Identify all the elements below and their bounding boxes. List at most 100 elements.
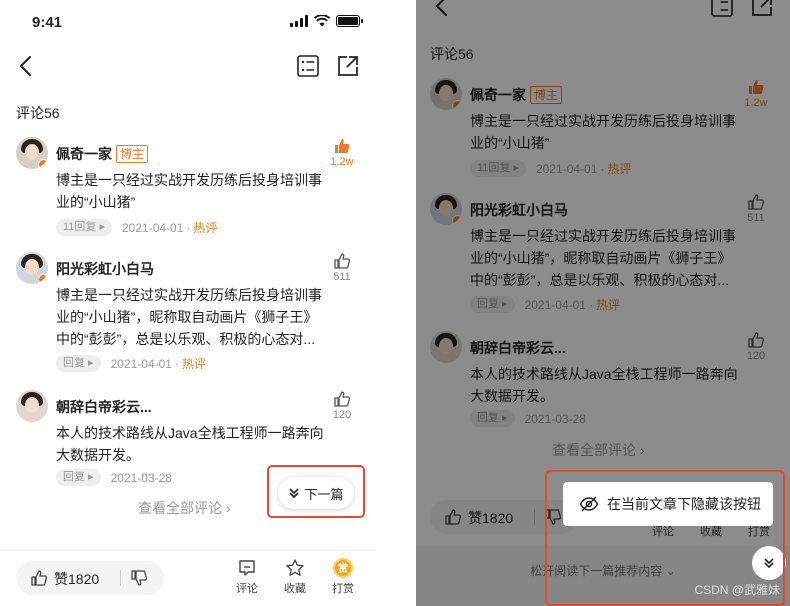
blogger-tag: 博主 [530,86,563,104]
comment-item: 佩奇一家 博主 博主是一只经过实战开发历练后投身培训事业的“小山猪” 11回复 ▸… [430,78,776,178]
comment-item: 朝辞白帝彩云... 本人的技术路线从Java全栈工程师一路奔向大数据开发。 回复… [430,331,776,431]
comment-like-button[interactable]: 511 [736,193,776,224]
blogger-tag: 博主 [116,145,149,163]
nav-bar [0,44,376,88]
battery-icon [336,15,363,27]
reply-count-button[interactable]: 11回复 ▸ [470,160,526,177]
thumbs-up-icon [334,391,351,407]
status-time: 9:41 [32,14,63,31]
list-icon[interactable] [710,0,734,18]
avatar[interactable] [16,252,48,284]
thumbs-up-icon[interactable] [444,508,462,526]
hot-comment-label: 热评 [193,221,218,235]
divider [534,509,535,525]
avatar[interactable] [430,193,462,225]
comment-text: 本人的技术路线从Java全栈工程师一路奔向大数据开发。 [56,425,324,463]
thumbs-up-icon[interactable] [30,569,48,587]
reward-button[interactable]: 赏 打赏 [327,558,359,596]
like-count: 511 [747,212,765,224]
comment-date: 2021-04-01 [122,220,184,235]
comment-button-label: 评论 [236,583,258,595]
comment-like-button[interactable]: 511 [322,252,362,283]
avatar[interactable] [16,390,48,422]
avatar[interactable] [430,78,462,110]
comment-date: 2021-04-01 [536,161,598,176]
comment-text: 博主是一只经过实战开发历练后投身培训事业的“小山猪”，昵称取自动画片《狮子王》中… [470,228,736,288]
like-count: 1.2w [330,156,354,168]
comment-button[interactable]: 评论 [231,558,263,596]
reply-count-button[interactable]: 11回复 ▸ [56,219,112,236]
comment-text: 博主是一只经过实战开发历练后投身培训事业的“小山猪” [470,113,736,151]
comment-author-row: 佩奇一家 博主 [56,144,149,164]
thumbs-up-icon [748,332,765,348]
view-all-comments-link[interactable]: 查看全部评论 › [138,498,231,518]
comments-title: 评论56 [16,105,60,121]
article-like-count[interactable]: 赞1820 [468,508,513,528]
comment-author[interactable]: 佩奇一家 [470,87,526,103]
star-icon [286,559,304,576]
comment-item: 阳光彩虹小白马 博主是一只经过实战开发历练后投身培训事业的“小山猪”，昵称取自动… [430,193,776,313]
reply-count-button[interactable]: 回复 ▸ [470,410,515,427]
comment-like-button[interactable]: 120 [322,390,362,421]
reward-button-label: 打赏 [332,583,354,595]
like-count: 1.2w [744,97,768,109]
thumbs-down-icon[interactable] [130,569,148,587]
reply-count-button[interactable]: 回复 ▸ [470,296,515,313]
comment-date: 2021-03-28 [110,470,172,485]
like-count: 120 [332,409,352,421]
favorite-button[interactable]: 收藏 [279,558,311,596]
comment-author[interactable]: 佩奇一家 [56,146,112,162]
comment-meta: 回复 ▸ 2021-03-28 [470,410,586,427]
reply-count-button[interactable]: 回复 ▸ [56,469,101,486]
comment-meta: 11回复 ▸ 2021-04-01 · 热评 [56,219,217,236]
like-count: 511 [333,271,351,283]
comment-author[interactable]: 阳光彩虹小白马 [56,259,154,279]
wifi-icon [314,15,330,27]
comment-meta: 回复 ▸ 2021-04-01 · 热评 [470,296,620,313]
system-icons [290,15,363,27]
comment-item: 佩奇一家 博主 博主是一只经过实战开发历练后投身培训事业的“小山猪” 11回复 ▸… [16,137,362,237]
comment-author[interactable]: 朝辞白帝彩云... [56,397,152,417]
thumbs-up-filled-icon [749,80,764,94]
comment-like-button[interactable]: 120 [736,331,776,362]
comment-icon [239,560,255,576]
hot-comment-label: 热评 [181,357,206,371]
avatar[interactable] [430,331,462,363]
like-count: 120 [746,350,766,362]
reward-coin-icon: 赏 [333,558,353,578]
view-all-comments-link[interactable]: 查看全部评论 › [552,440,645,460]
hot-comment-label: 热评 [607,162,632,176]
comment-text: 博主是一只经过实战开发历练后投身培训事业的“小山猪”，昵称取自动画片《狮子王》中… [56,287,322,347]
comment-author-row: 佩奇一家 博主 [470,85,563,105]
comment-like-button[interactable]: 1.2w [322,137,362,168]
thumbs-up-icon [334,253,351,269]
share-icon[interactable] [336,54,360,78]
comment-text: 本人的技术路线从Java全栈工程师一路奔向大数据开发。 [470,366,738,404]
highlight-box-next-button [267,465,365,518]
comment-meta: 回复 ▸ 2021-04-01 · 热评 [56,355,206,372]
favorite-button-label: 收藏 [284,583,306,595]
comment-like-button[interactable]: 1.2w [736,78,776,109]
comment-text: 博主是一只经过实战开发历练后投身培训事业的“小山猪” [56,172,322,210]
back-icon[interactable] [16,54,38,78]
back-icon[interactable] [432,0,454,18]
comment-author[interactable]: 朝辞白帝彩云... [470,338,566,358]
phone-left: 9:41 评论56 佩奇一家 博主 博主是一只经过实战开发历练后投身培训事业的“小… [0,0,376,606]
status-bar: 9:41 [0,0,376,44]
reply-count-button[interactable]: 回复 ▸ [56,355,101,372]
comments-title: 评论56 [430,46,474,62]
comment-item: 阳光彩虹小白马 博主是一只经过实战开发历练后投身培训事业的“小山猪”，昵称取自动… [16,252,362,372]
bottom-toolbar: 赞1820 评论 收藏 赏 打赏 [0,550,376,606]
comment-meta: 回复 ▸ 2021-03-28 [56,469,172,486]
share-icon[interactable] [750,0,774,18]
hot-comment-label: 热评 [595,298,620,312]
avatar[interactable] [16,137,48,169]
comment-author[interactable]: 阳光彩虹小白马 [470,200,568,220]
thumbs-up-filled-icon [335,139,350,153]
comment-date: 2021-04-01 [110,356,172,371]
list-icon[interactable] [296,54,320,78]
article-like-count[interactable]: 赞1820 [54,569,99,589]
comment-meta: 11回复 ▸ 2021-04-01 · 热评 [470,160,631,177]
thumbs-up-icon [748,194,765,210]
article-like-pill: 赞1820 [16,561,164,595]
